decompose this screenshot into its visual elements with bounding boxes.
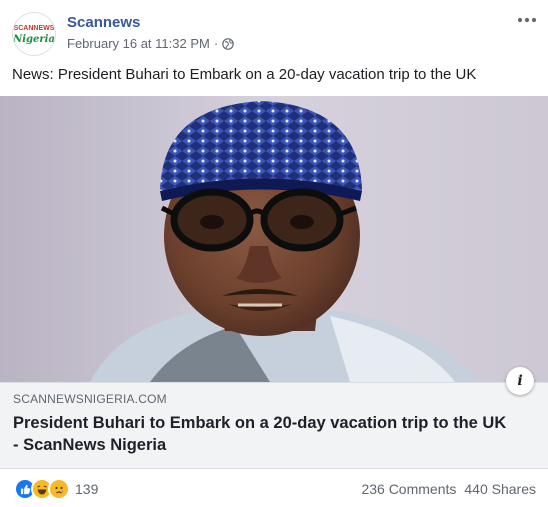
sad-reaction-icon (48, 478, 70, 500)
scannews-logo: SCANNEWS Nigeria (13, 13, 55, 55)
avatar-text-bottom: Nigeria (13, 34, 55, 45)
shares-count-link[interactable]: 440 Shares (464, 481, 536, 497)
link-title[interactable]: President Buhari to Embark on a 20-day v… (13, 412, 513, 456)
post-timestamp[interactable]: February 16 at 11:32 PM (67, 36, 210, 51)
globe-icon[interactable] (222, 37, 234, 50)
post-meta: February 16 at 11:32 PM · (67, 36, 234, 51)
avatar-text-top: SCANNEWS (14, 25, 55, 32)
more-options-icon[interactable] (516, 12, 538, 28)
link-preview[interactable]: i SCANNEWSNIGERIA.COM President Buhari t… (0, 367, 548, 469)
page-name-link[interactable]: Scannews (67, 14, 140, 31)
meta-separator: · (213, 36, 219, 51)
link-preview-image[interactable] (0, 96, 548, 382)
reactions-summary[interactable]: 139 (14, 478, 98, 500)
comments-count-link[interactable]: 236 Comments (361, 481, 456, 497)
link-domain: SCANNEWSNIGERIA.COM (13, 392, 167, 406)
facebook-post: SCANNEWS Nigeria Scannews February 16 at… (0, 0, 548, 507)
news-photo (0, 96, 548, 382)
post-caption: News: President Buhari to Embark on a 20… (12, 66, 477, 83)
post-footer: 139 236 Comments 440 Shares (0, 470, 548, 507)
post-header: SCANNEWS Nigeria Scannews February 16 at… (0, 0, 548, 60)
page-avatar[interactable]: SCANNEWS Nigeria (12, 12, 56, 56)
info-icon[interactable]: i (506, 367, 534, 395)
engagement-stats: 236 Comments 440 Shares (361, 481, 536, 497)
reaction-count: 139 (75, 481, 99, 497)
